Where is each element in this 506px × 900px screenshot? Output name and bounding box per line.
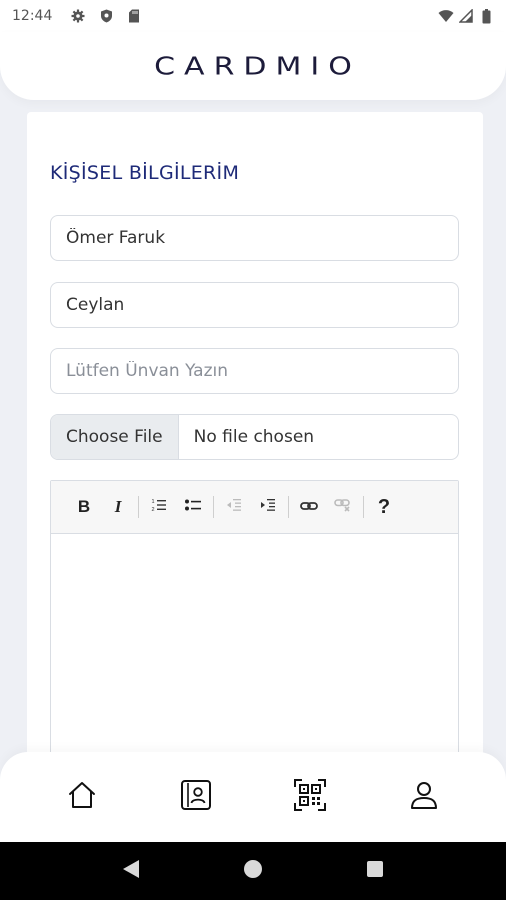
unlink-button[interactable] (326, 490, 360, 524)
file-status-text: No file chosen (193, 427, 315, 447)
italic-label: I (114, 497, 122, 516)
status-bar: 12:44 (0, 0, 506, 32)
nav-qr[interactable] (280, 767, 340, 827)
link-icon (300, 497, 318, 517)
editor-toolbar: B I 12 ? (51, 481, 458, 534)
numbered-list-button[interactable]: 12 (142, 490, 176, 524)
svg-text:1: 1 (152, 499, 155, 505)
nav-profile[interactable] (394, 767, 454, 827)
link-button[interactable] (292, 490, 326, 524)
toolbar-divider (138, 496, 139, 518)
battery-icon (478, 8, 494, 24)
indent-button[interactable] (251, 490, 285, 524)
recents-icon (366, 860, 384, 883)
home-icon (66, 779, 98, 816)
contact-card-icon (179, 778, 213, 817)
wifi-icon (438, 8, 454, 24)
bullet-list-button[interactable] (176, 490, 210, 524)
toolbar-divider (288, 496, 289, 518)
nav-home[interactable] (52, 767, 112, 827)
qr-code-icon (293, 778, 327, 817)
app-header: CARDMIO (0, 32, 506, 100)
indent-icon (260, 497, 276, 518)
app-logo: CARDMIO (154, 51, 361, 81)
personal-info-card: KİŞİSEL BİLGİLERİM Choose File No file c… (27, 112, 483, 820)
sd-card-icon (126, 8, 142, 24)
status-time: 12:44 (12, 8, 53, 24)
title-input[interactable] (50, 348, 459, 394)
first-name-input[interactable] (50, 215, 459, 261)
system-back-button[interactable] (111, 851, 151, 891)
gear-icon (70, 8, 86, 24)
unlink-icon (334, 497, 352, 517)
toolbar-divider (213, 496, 214, 518)
bottom-nav (0, 752, 506, 842)
section-title: KİŞİSEL BİLGİLERİM (50, 162, 240, 184)
svg-text:2: 2 (152, 507, 155, 513)
last-name-input[interactable] (50, 282, 459, 328)
back-icon (122, 859, 140, 884)
home-circle-icon (243, 859, 263, 884)
outdent-icon (226, 497, 242, 518)
system-home-button[interactable] (233, 851, 273, 891)
toolbar-divider (363, 496, 364, 518)
system-recents-button[interactable] (355, 851, 395, 891)
bullet-list-icon (184, 497, 202, 518)
bold-label: B (77, 497, 91, 516)
shield-icon (98, 8, 114, 24)
status-right (438, 8, 494, 24)
nav-contacts[interactable] (166, 767, 226, 827)
status-left: 12:44 (12, 8, 142, 24)
cell-signal-icon (458, 8, 474, 24)
help-label: ? (377, 495, 391, 518)
help-button[interactable]: ? (367, 490, 401, 524)
numbered-list-icon: 12 (151, 497, 167, 518)
system-nav-bar (0, 842, 506, 900)
bold-button[interactable]: B (67, 490, 101, 524)
italic-button[interactable]: I (101, 490, 135, 524)
outdent-button[interactable] (217, 490, 251, 524)
file-input[interactable]: Choose File No file chosen (50, 414, 459, 460)
choose-file-button[interactable]: Choose File (51, 415, 179, 459)
profile-icon (408, 779, 440, 816)
